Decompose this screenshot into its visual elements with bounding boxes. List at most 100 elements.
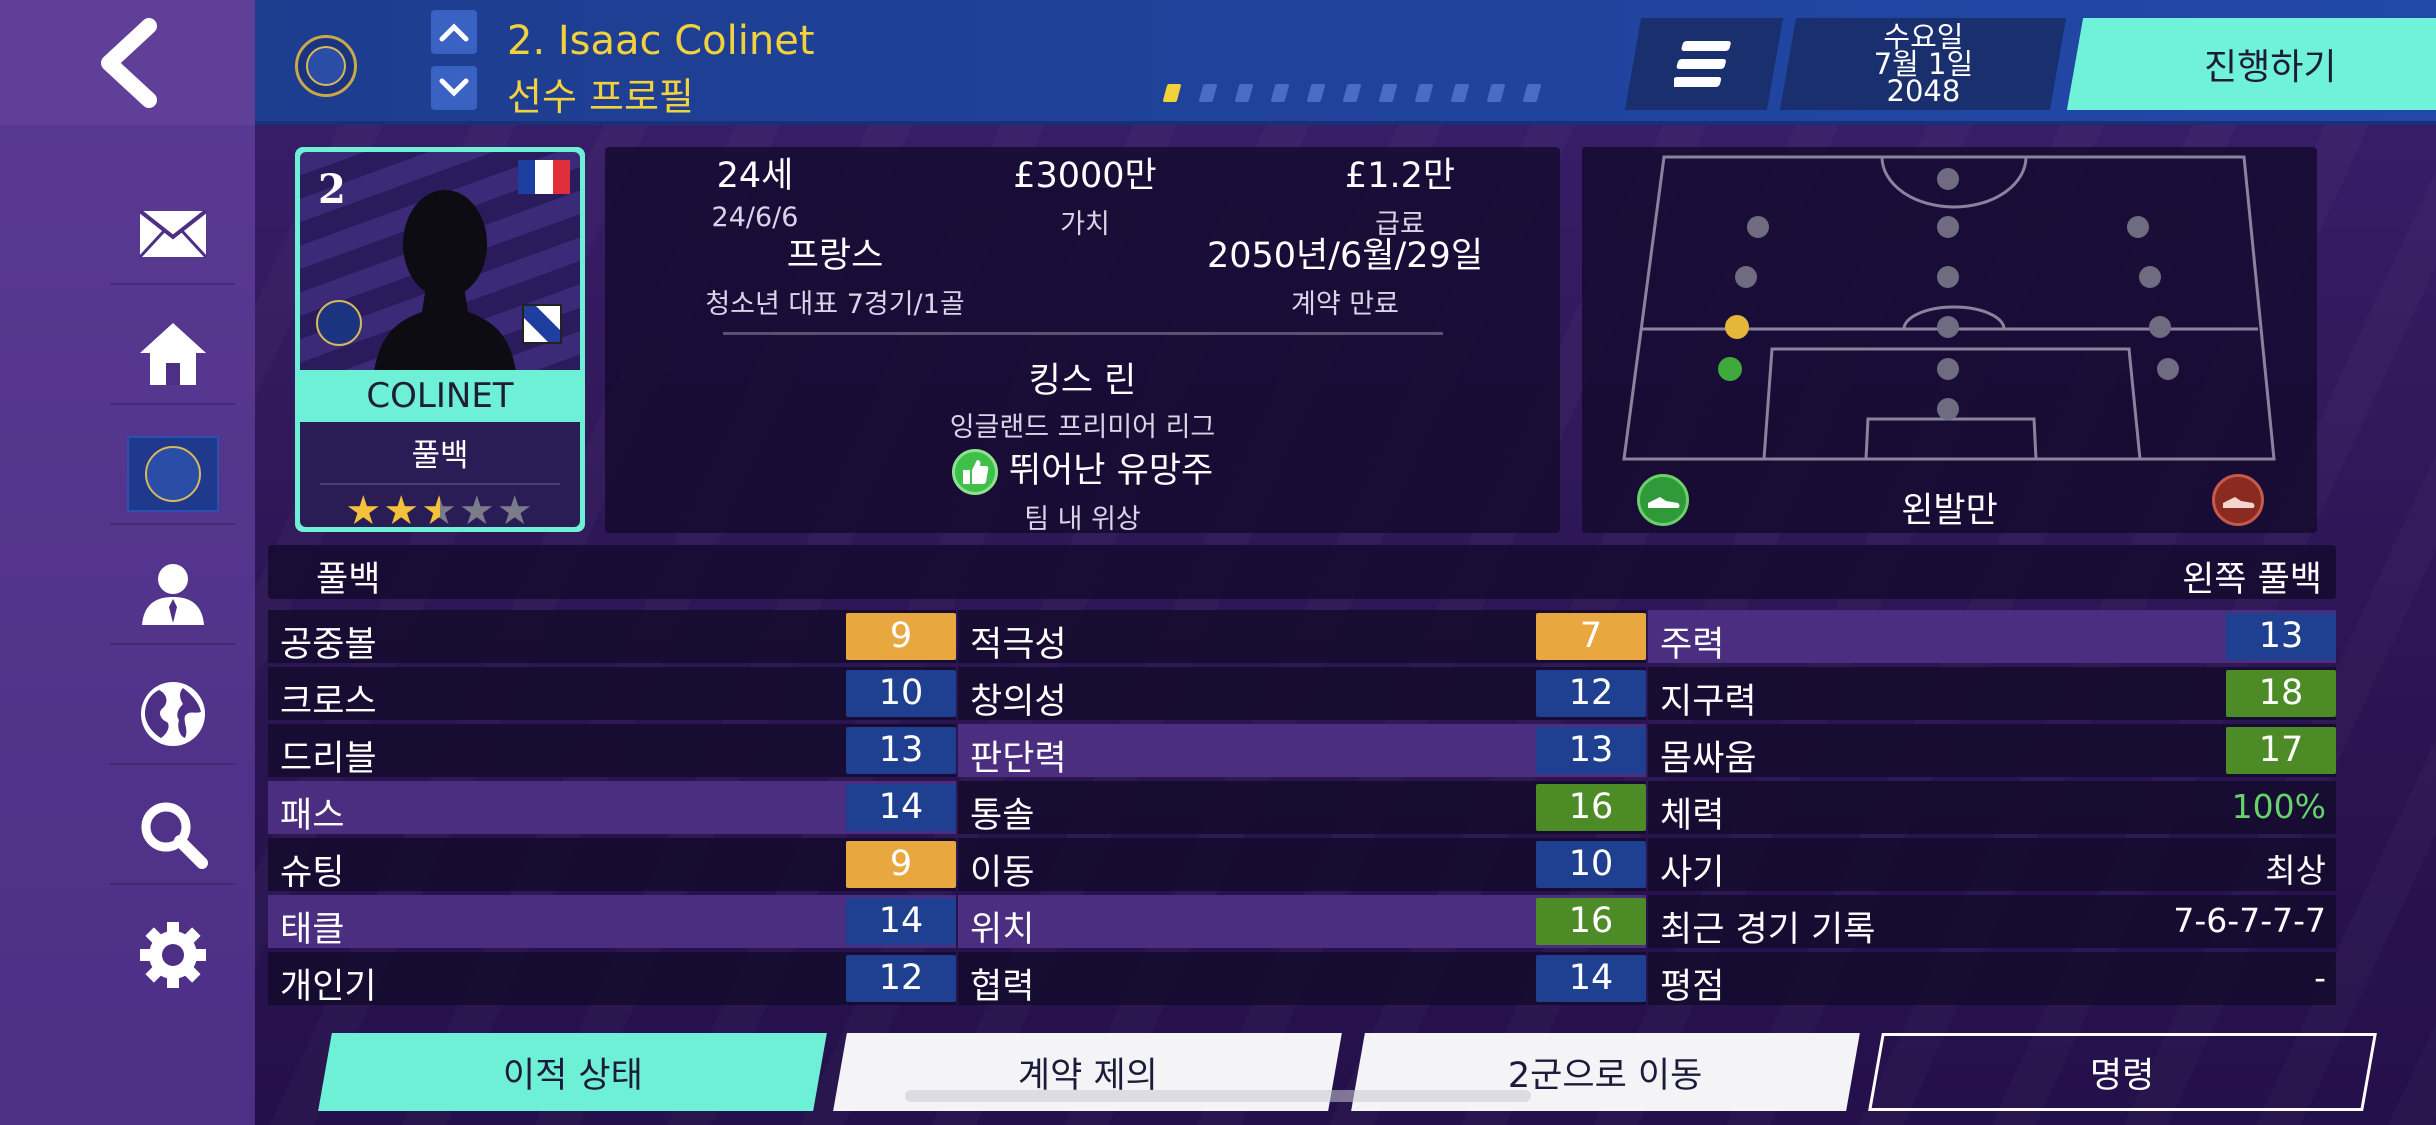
attribute-name: 협력 — [970, 967, 1035, 1007]
attribute-row[interactable]: 통솔 16 — [958, 781, 1646, 836]
position-dot — [2139, 266, 2161, 288]
attribute-name: 슈팅 — [280, 853, 345, 893]
attribute-row[interactable]: 이동 10 — [958, 838, 1646, 893]
physical-attributes: 주력 13 지구력 18 몸싸움 17 체력 100% 사기 최상최근 경기 기록 7-6-7-7-… — [1648, 610, 2336, 1009]
attribute-name: 주력 — [1660, 625, 1725, 665]
attribute-text-value: - — [2314, 958, 2326, 997]
league-name: 잉글랜드 프리미어 리그 — [949, 412, 1216, 443]
attribute-row[interactable]: 협력 14 — [958, 952, 1646, 1007]
sidebar-item-mail[interactable] — [110, 185, 235, 285]
attribute-row[interactable]: 체력 100% — [1648, 781, 2336, 836]
sidebar-item-home[interactable] — [110, 305, 235, 405]
date-year: 2048 — [1886, 74, 1961, 108]
attribute-name: 적극성 — [970, 625, 1067, 665]
attribute-row[interactable]: 평점 - — [1648, 952, 2336, 1007]
attribute-name: 통솔 — [970, 796, 1035, 836]
menu-button[interactable] — [1624, 18, 1784, 110]
back-arrow-icon — [100, 17, 157, 108]
attribute-row[interactable]: 패스 14 — [268, 781, 956, 836]
attribute-name: 드리블 — [280, 739, 377, 779]
sidebar-item-settings[interactable] — [110, 905, 235, 1005]
pitch-diagram — [1622, 155, 2276, 461]
technical-attributes: 공중볼 9 크로스 10 드리블 13 패스 14 슈팅 9 태클 14 개인기 12 — [268, 610, 956, 1009]
attribute-row[interactable]: 몸싸움 17 — [1648, 724, 2336, 779]
orders-button[interactable]: 명령 — [1868, 1033, 2377, 1111]
page-dot-active — [1162, 84, 1182, 102]
club-name: 킹스 린 — [1028, 361, 1137, 401]
star-rating: ★★★★★ — [300, 491, 580, 531]
attribute-text-value: 최상 — [2265, 851, 2326, 890]
page-dot — [1414, 84, 1434, 102]
player-silhouette-icon — [374, 190, 516, 370]
kit-icon — [522, 304, 562, 344]
squad-status: 뛰어난 유망주 — [1008, 451, 1214, 491]
attribute-row[interactable]: 슈팅 9 — [268, 838, 956, 893]
advance-label: 진행하기 — [2203, 47, 2337, 88]
back-button[interactable] — [0, 0, 255, 125]
page-indicator[interactable] — [1162, 84, 1542, 102]
mental-attributes: 적극성 7 창의성 12 판단력 13 통솔 16 이동 10 위치 16 협력 14 — [958, 610, 1646, 1009]
attribute-name: 창의성 — [970, 682, 1067, 722]
player-surname: COLINET — [300, 370, 580, 422]
position-dot — [1937, 316, 1959, 338]
squad-status-label: 팀 내 위상 — [1024, 504, 1141, 535]
position-bar: 풀백 왼쪽 풀백 — [268, 545, 2336, 600]
contract-label: 계약 만료 — [1291, 289, 1399, 320]
sidebar-item-profile[interactable] — [110, 545, 235, 645]
attribute-row[interactable]: 위치 16 — [958, 895, 1646, 950]
attribute-name: 패스 — [280, 796, 345, 836]
attribute-name: 몸싸움 — [1660, 739, 1757, 779]
attribute-name: 사기 — [1660, 853, 1725, 893]
position-dot — [1937, 168, 1959, 190]
attribute-row[interactable]: 공중볼 9 — [268, 610, 956, 665]
attribute-row[interactable]: 적극성 7 — [958, 610, 1646, 665]
position-dot — [1937, 266, 1959, 288]
move-reserve-label: 2군으로 이동 — [1508, 1055, 1703, 1096]
attribute-value: 16 — [1536, 898, 1646, 945]
advance-button[interactable]: 진행하기 — [2066, 18, 2436, 110]
attribute-row[interactable]: 크로스 10 — [268, 667, 956, 722]
sidebar — [0, 0, 255, 1125]
sidebar-item-search[interactable] — [110, 785, 235, 885]
position-dot — [2149, 316, 2171, 338]
previous-player-button[interactable] — [431, 10, 477, 54]
attribute-name: 태클 — [280, 910, 345, 950]
attribute-row[interactable]: 판단력 13 — [958, 724, 1646, 779]
page-dot — [1522, 84, 1542, 102]
position-dot — [1937, 358, 1959, 380]
sidebar-item-world[interactable] — [110, 665, 235, 765]
attribute-row[interactable]: 창의성 12 — [958, 667, 1646, 722]
sidebar-item-club[interactable] — [110, 425, 235, 525]
transfer-status-button[interactable]: 이적 상태 — [318, 1033, 827, 1111]
page-dot — [1486, 84, 1506, 102]
attribute-row[interactable]: 개인기 12 — [268, 952, 956, 1007]
attribute-row[interactable]: 주력 13 — [1648, 610, 2336, 665]
position-dot — [1735, 266, 1757, 288]
star-icon-full: ★★ — [345, 488, 422, 534]
attribute-value: 12 — [1536, 670, 1646, 717]
attribute-name: 개인기 — [280, 967, 377, 1007]
player-wage: £1.2만 — [1344, 156, 1456, 196]
position-dot-accomplished — [1725, 315, 1749, 339]
player-value: £3000만 — [1013, 156, 1157, 196]
attribute-row[interactable]: 사기 최상 — [1648, 838, 2336, 893]
attribute-row[interactable]: 지구력 18 — [1648, 667, 2336, 722]
page-dot — [1378, 84, 1398, 102]
position-pitch-panel: 왼발만 — [1582, 147, 2317, 533]
player-caps: 청소년 대표 7경기/1골 — [705, 289, 965, 320]
attribute-row[interactable]: 드리블 13 — [268, 724, 956, 779]
next-player-button[interactable] — [431, 66, 477, 110]
attribute-row[interactable]: 최근 경기 기록 7-6-7-7-7 — [1648, 895, 2336, 950]
attribute-value: 9 — [846, 841, 956, 888]
position-dot — [2157, 358, 2179, 380]
home-indicator[interactable] — [905, 1090, 1531, 1102]
attribute-row[interactable]: 태클 14 — [268, 895, 956, 950]
attribute-value: 7 — [1536, 613, 1646, 660]
club-crest-icon — [295, 35, 357, 97]
globe-icon — [140, 682, 205, 746]
position-dot-natural — [1718, 357, 1742, 381]
mail-icon — [138, 209, 207, 259]
top-bar: 2. Isaac Colinet 선수 프로필 수요일 7월 1일 2048 진… — [255, 0, 2436, 125]
star-icon-half: ★ — [421, 488, 459, 534]
attribute-value: 16 — [1536, 784, 1646, 831]
